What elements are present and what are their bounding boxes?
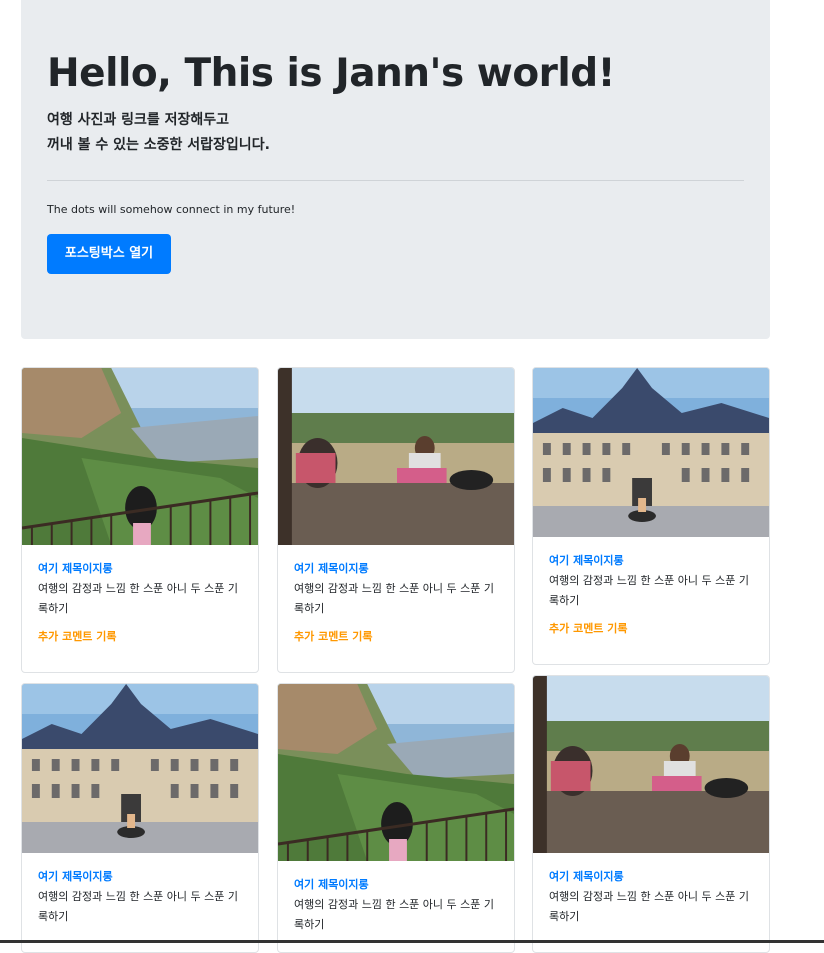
card-text: 여행의 감정과 느낌 한 스푼 아니 두 스푼 기록하기 — [294, 582, 495, 615]
card-text: 여행의 감정과 느낌 한 스푼 아니 두 스푼 기록하기 — [38, 582, 239, 615]
city-hall-photo — [22, 684, 258, 853]
mountain-photo — [22, 368, 258, 545]
page-title: Hello, This is Jann's world! — [47, 51, 615, 96]
lead-line-2: 꺼내 볼 수 있는 소중한 서랍장입니다. — [47, 137, 270, 153]
card-text: 여행의 감정과 느낌 한 스푼 아니 두 스푼 기록하기 — [294, 898, 495, 931]
card: 여기 제목이지롱 여행의 감정과 느낌 한 스푼 아니 두 스푼 기록하기 추가… — [532, 367, 770, 665]
comment-link[interactable]: 추가 코멘트 기록 — [294, 629, 498, 645]
card: 여기 제목이지롱 여행의 감정과 느낌 한 스푼 아니 두 스푼 기록하기 추가… — [21, 367, 259, 673]
card-title: 여기 제목이지롱 — [294, 878, 369, 891]
motto-text: The dots will somehow connect in my futu… — [47, 203, 296, 216]
open-posting-box-button[interactable]: 포스팅박스 열기 — [47, 234, 171, 274]
card: 여기 제목이지롱 여행의 감정과 느낌 한 스푼 아니 두 스푼 기록하기 — [277, 683, 515, 953]
comment-link[interactable]: 추가 코멘트 기록 — [38, 629, 242, 645]
park-photo — [278, 368, 514, 545]
divider — [47, 180, 744, 181]
comment-link[interactable]: 추가 코멘트 기록 — [549, 621, 753, 637]
city-hall-photo — [533, 368, 769, 537]
card: 여기 제목이지롱 여행의 감정과 느낌 한 스푼 아니 두 스푼 기록하기 — [532, 675, 770, 953]
mountain-photo — [278, 684, 514, 861]
jumbotron: Hello, This is Jann's world! 여행 사진과 링크를 … — [21, 0, 770, 339]
park-photo — [533, 676, 769, 853]
card-title: 여기 제목이지롱 — [549, 554, 624, 567]
card-title: 여기 제목이지롱 — [38, 562, 113, 575]
card-text: 여행의 감정과 느낌 한 스푼 아니 두 스푼 기록하기 — [38, 890, 239, 923]
card-title: 여기 제목이지롱 — [294, 562, 369, 575]
card: 여기 제목이지롱 여행의 감정과 느낌 한 스푼 아니 두 스푼 기록하기 — [21, 683, 259, 953]
card-text: 여행의 감정과 느낌 한 스푼 아니 두 스푼 기록하기 — [549, 890, 750, 923]
lead-line-1: 여행 사진과 링크를 저장해두고 — [47, 112, 230, 128]
card-title: 여기 제목이지롱 — [38, 870, 113, 883]
lead-text: 여행 사진과 링크를 저장해두고 꺼내 볼 수 있는 소중한 서랍장입니다. — [47, 108, 744, 158]
card-title: 여기 제목이지롱 — [549, 870, 624, 883]
card-text: 여행의 감정과 느낌 한 스푼 아니 두 스푼 기록하기 — [549, 574, 750, 607]
card: 여기 제목이지롱 여행의 감정과 느낌 한 스푼 아니 두 스푼 기록하기 추가… — [277, 367, 515, 673]
